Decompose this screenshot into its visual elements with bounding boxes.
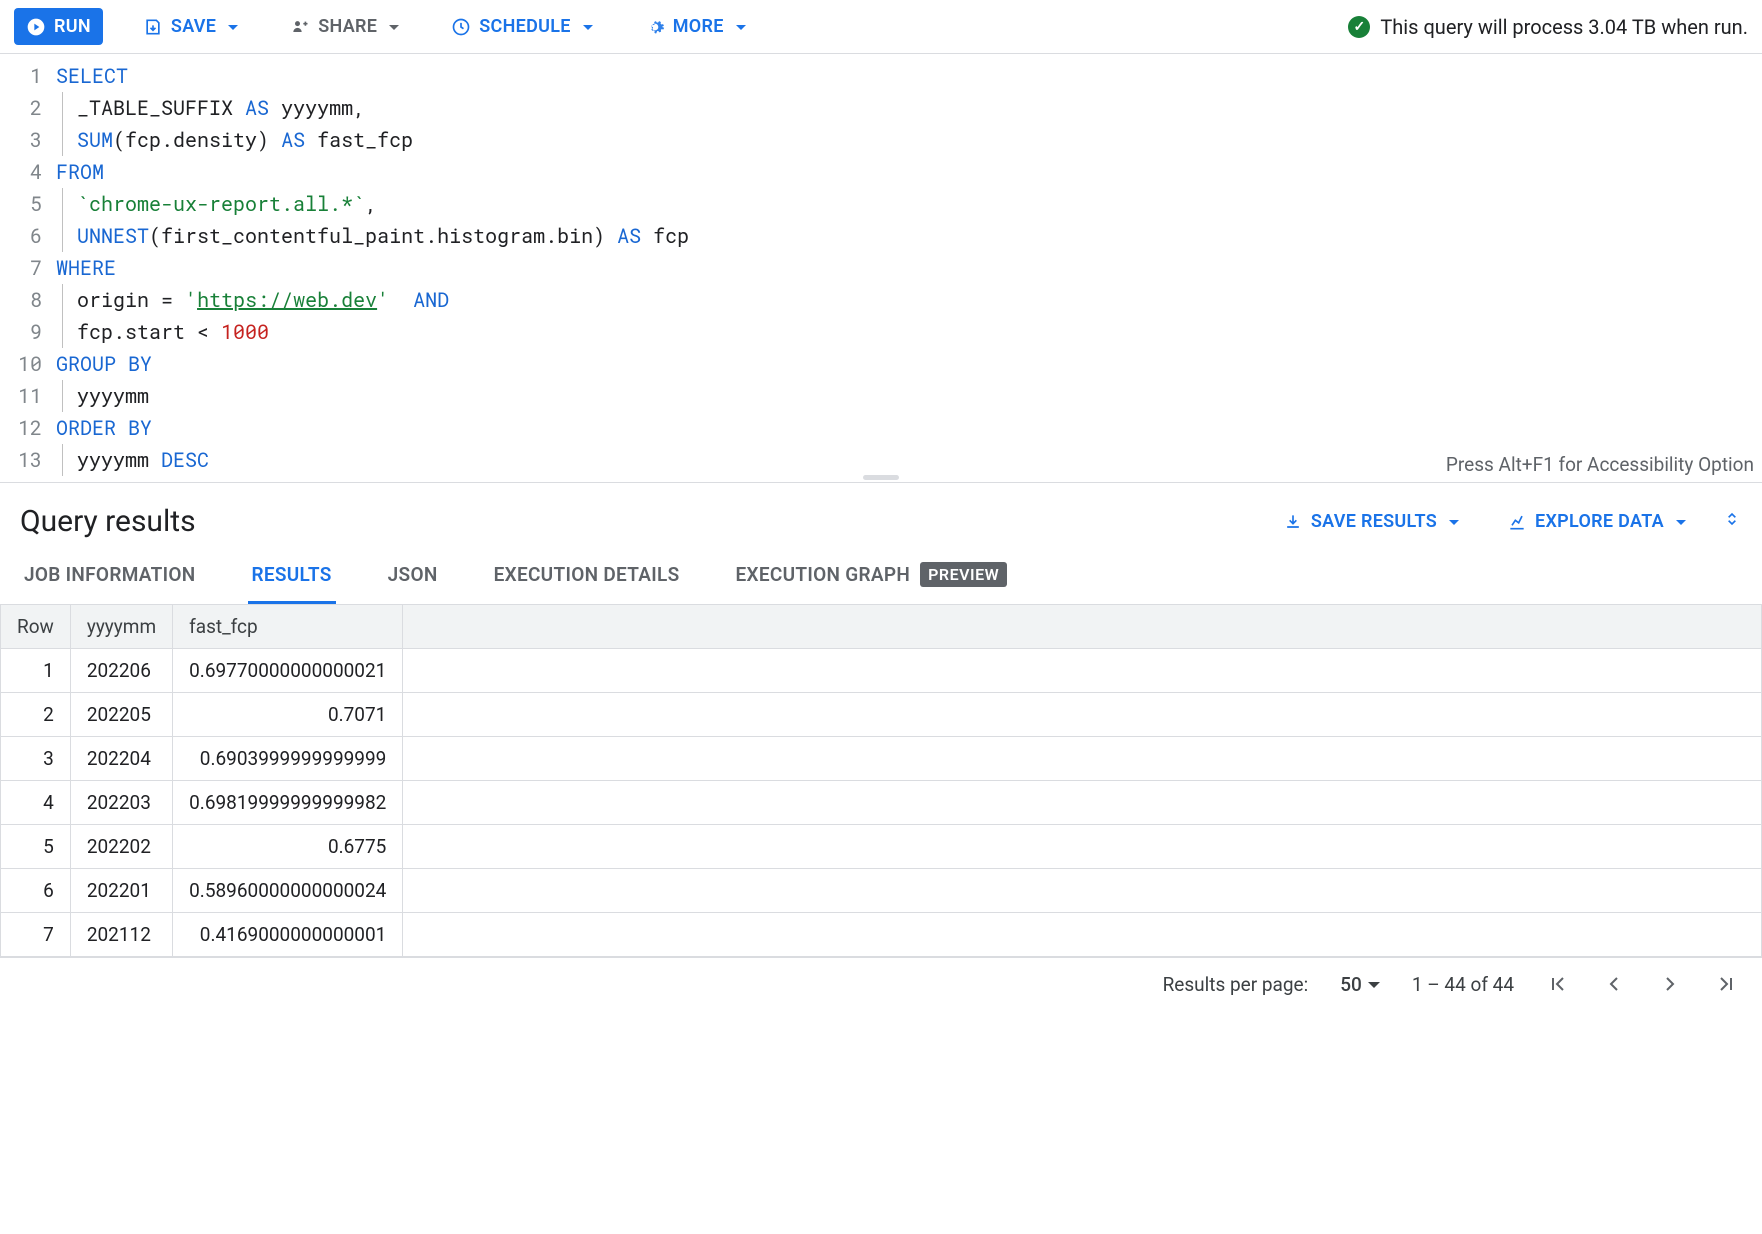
preview-badge: PREVIEW [920, 562, 1007, 587]
results-header: Query results SAVE RESULTS EXPLORE DATA [0, 483, 1762, 548]
share-icon [290, 17, 310, 37]
a11y-hint: Press Alt+F1 for Accessibility Option [1446, 453, 1754, 476]
expand-collapse-icon[interactable] [1722, 505, 1742, 538]
run-label: RUN [54, 16, 91, 37]
last-page-button[interactable] [1714, 972, 1738, 996]
schedule-label: SCHEDULE [479, 16, 570, 37]
pager-label: Results per page: [1163, 973, 1309, 996]
explore-data-label: EXPLORE DATA [1535, 511, 1664, 532]
resize-handle[interactable] [863, 475, 899, 480]
col-row: Row [1, 605, 71, 649]
results-table: Rowyyyymmfast_fcp 12022060.6977000000000… [0, 605, 1762, 957]
tab-job-information[interactable]: JOB INFORMATION [20, 548, 200, 604]
prev-page-button[interactable] [1602, 972, 1626, 996]
table-row[interactable]: 12022060.69770000000000021 [1, 649, 1762, 693]
line-gutter: 12345678910111213 [0, 54, 56, 482]
table-row[interactable]: 52022020.6775 [1, 825, 1762, 869]
toolbar: RUN SAVE SHARE SCHEDULE MORE ✓ This quer… [0, 0, 1762, 54]
table-row[interactable]: 42022030.69819999999999982 [1, 781, 1762, 825]
share-label: SHARE [318, 16, 377, 37]
status-text: This query will process 3.04 TB when run… [1380, 15, 1748, 39]
save-results-label: SAVE RESULTS [1311, 511, 1437, 532]
results-title: Query results [20, 504, 1247, 539]
tab-execution-graph[interactable]: EXECUTION GRAPH PREVIEW [732, 548, 1012, 604]
chart-icon [1507, 512, 1527, 532]
play-icon [26, 17, 46, 37]
more-label: MORE [673, 16, 724, 37]
save-label: SAVE [171, 16, 216, 37]
code-area[interactable]: SELECT_TABLE_SUFFIX AS yyyymm,SUM(fcp.de… [56, 54, 697, 482]
sql-editor[interactable]: 12345678910111213 SELECT_TABLE_SUFFIX AS… [0, 54, 1762, 483]
pager-range: 1 – 44 of 44 [1412, 973, 1514, 996]
run-button[interactable]: RUN [14, 8, 103, 45]
first-page-button[interactable] [1546, 972, 1570, 996]
col-yyyymm: yyyymm [70, 605, 172, 649]
schedule-button[interactable]: SCHEDULE [439, 8, 604, 45]
tab-execution-details[interactable]: EXECUTION DETAILS [490, 548, 684, 604]
tab-json[interactable]: JSON [384, 548, 442, 604]
validation-status: ✓ This query will process 3.04 TB when r… [1348, 15, 1748, 39]
download-icon [1283, 512, 1303, 532]
table-row[interactable]: 72021120.4169000000000001 [1, 913, 1762, 957]
gear-icon [645, 17, 665, 37]
clock-icon [451, 17, 471, 37]
save-button[interactable]: SAVE [131, 8, 250, 45]
check-circle-icon: ✓ [1348, 16, 1370, 38]
explore-data-button[interactable]: EXPLORE DATA [1495, 503, 1698, 540]
table-row[interactable]: 32022040.6903999999999999 [1, 737, 1762, 781]
save-icon [143, 17, 163, 37]
col-fast_fcp: fast_fcp [173, 605, 403, 649]
pager: Results per page: 50 1 – 44 of 44 [0, 957, 1762, 1010]
tab-results[interactable]: RESULTS [248, 548, 336, 604]
results-tabs: JOB INFORMATION RESULTS JSON EXECUTION D… [0, 548, 1762, 605]
page-size-select[interactable]: 50 [1340, 973, 1380, 996]
table-row[interactable]: 62022010.58960000000000024 [1, 869, 1762, 913]
more-button[interactable]: MORE [633, 8, 758, 45]
table-row[interactable]: 22022050.7071 [1, 693, 1762, 737]
next-page-button[interactable] [1658, 972, 1682, 996]
share-button[interactable]: SHARE [278, 8, 411, 45]
save-results-button[interactable]: SAVE RESULTS [1271, 503, 1471, 540]
